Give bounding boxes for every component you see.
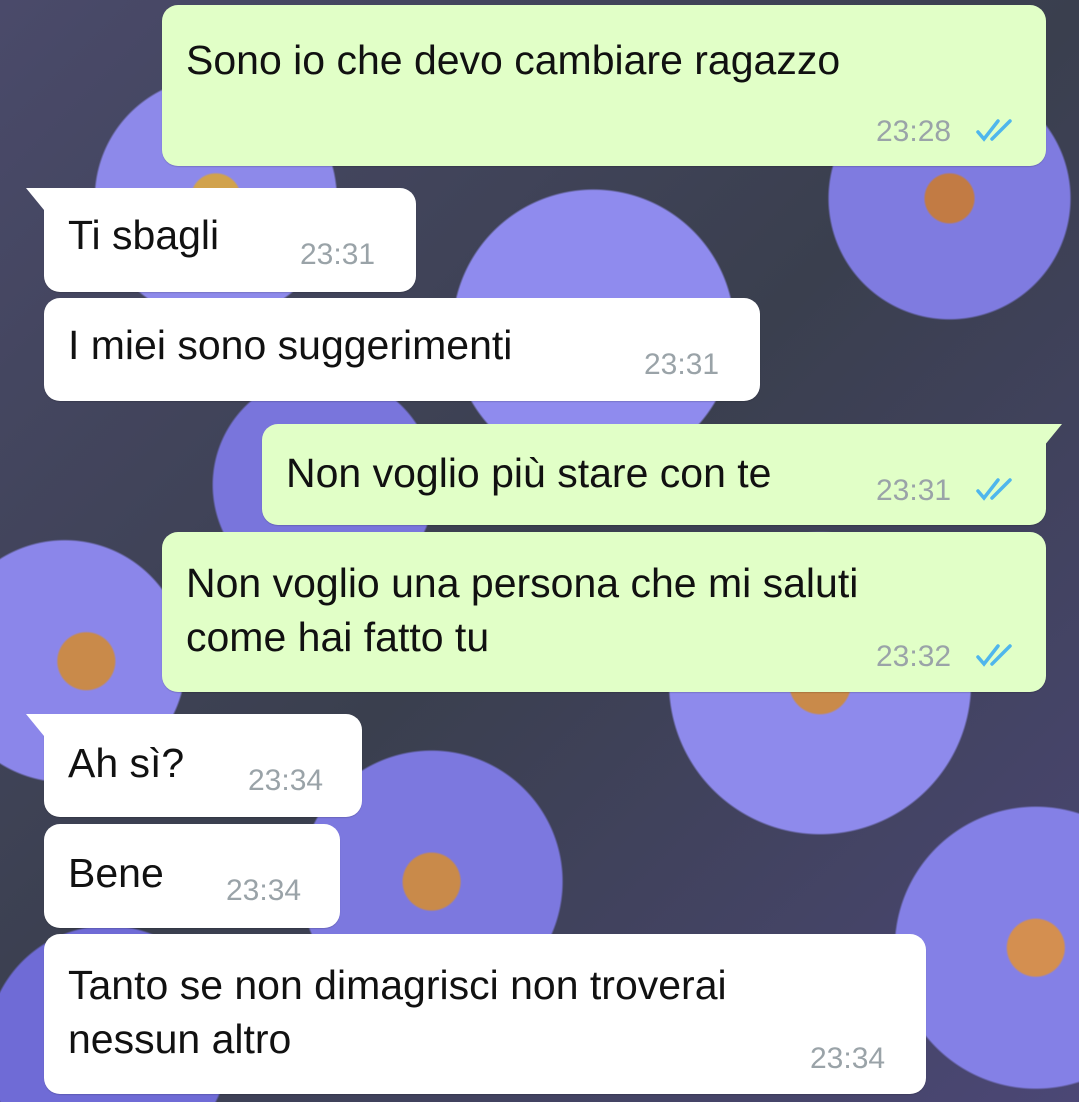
bubble-tail: [1044, 424, 1062, 446]
bubble-tail: [26, 188, 44, 210]
message-text: Sono io che devo cambiare ragazzo: [186, 37, 841, 83]
incoming-message[interactable]: Tanto se non dimagrisci non troverai nes…: [44, 934, 926, 1094]
message-text: I miei sono suggerimenti: [68, 322, 513, 368]
outgoing-message[interactable]: Non voglio una persona che mi saluti com…: [162, 532, 1046, 692]
incoming-message[interactable]: Bene 23:34: [44, 824, 340, 928]
message-text: Ti sbagli: [68, 212, 220, 258]
double-check-icon: [976, 478, 1012, 501]
message-text: Bene: [68, 850, 164, 896]
message-time: 23:31: [876, 474, 952, 507]
message-time: 23:31: [300, 238, 376, 271]
double-check-icon: [976, 644, 1012, 667]
outgoing-message[interactable]: Sono io che devo cambiare ragazzo 23:28: [162, 5, 1046, 166]
message-text: Tanto se non dimagrisci non troverai nes…: [68, 962, 727, 1062]
message-time: 23:34: [226, 874, 302, 907]
message-time: 23:28: [876, 115, 952, 148]
incoming-message[interactable]: Ti sbagli 23:31: [26, 188, 416, 292]
incoming-message[interactable]: I miei sono suggerimenti 23:31: [44, 298, 760, 401]
bubble-tail: [26, 714, 44, 736]
message-time: 23:31: [644, 348, 720, 381]
message-text: Non voglio più stare con te: [286, 450, 772, 496]
outgoing-message[interactable]: Non voglio più stare con te 23:31: [262, 424, 1062, 525]
incoming-message[interactable]: Ah sì? 23:34: [26, 714, 362, 817]
message-text: Non voglio una persona che mi saluti com…: [186, 560, 859, 660]
chat-thread: Sono io che devo cambiare ragazzo 23:28 …: [0, 0, 1079, 1102]
message-time: 23:34: [810, 1042, 886, 1075]
message-text: Ah sì?: [68, 740, 185, 786]
double-check-icon: [976, 119, 1012, 142]
message-time: 23:34: [248, 764, 324, 797]
message-time: 23:32: [876, 640, 952, 673]
